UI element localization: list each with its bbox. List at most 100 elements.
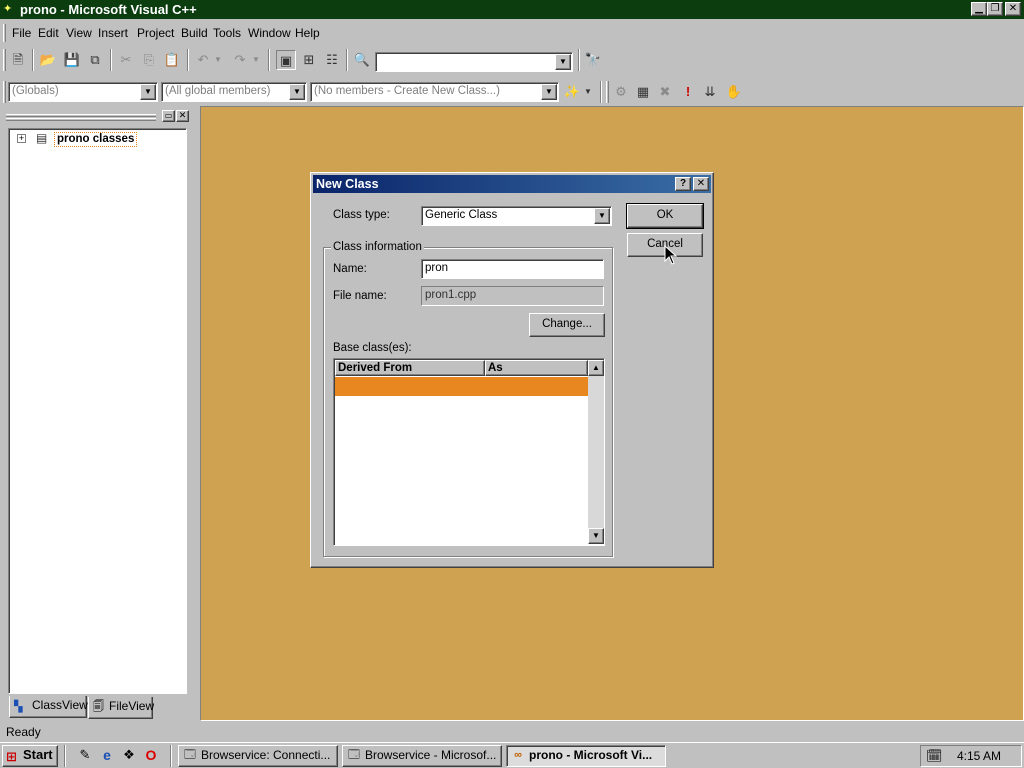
show-desktop-icon[interactable]: ✎ — [76, 747, 94, 765]
class-type-label: Class type: — [333, 209, 390, 221]
pane-maximize-button[interactable]: ▭ — [162, 110, 175, 122]
help-icon: ? — [679, 178, 687, 189]
toolbar-grip[interactable] — [606, 81, 609, 103]
task-browservice-microsoft[interactable]: 🗔 Browservice - Microsof... — [342, 745, 502, 767]
output-window-icon[interactable]: ⊞ — [299, 50, 319, 70]
start-label: Start — [23, 747, 53, 762]
cut-icon[interactable]: ✂ — [116, 50, 136, 70]
menu-edit[interactable]: Edit — [38, 26, 59, 40]
menu-view[interactable]: View — [66, 26, 92, 40]
pane-grip[interactable] — [6, 118, 156, 121]
file-name-label: File name: — [333, 290, 387, 302]
copy-icon[interactable]: ⎘ — [139, 50, 159, 70]
minimize-button[interactable]: ▁ — [971, 2, 987, 16]
window-list-icon[interactable]: ☷ — [322, 50, 342, 70]
name-input[interactable]: pron — [421, 259, 604, 279]
members-combo[interactable]: (All global members) ▼ — [161, 82, 307, 102]
standard-toolbar: 🗎 📂 💾 ⧉ ✂ ⎘ 📋 ↶ ▼ ↷ ▼ ▣ ⊞ ☷ 🔍 ▼ 🔭 — [0, 46, 608, 74]
pane-close-button[interactable]: ✕ — [176, 110, 189, 122]
classview-icon: ▚ — [14, 701, 23, 713]
pane-grip[interactable] — [6, 114, 156, 117]
action-combo[interactable]: (No members - Create New Class...) ▼ — [310, 82, 559, 102]
task-label: prono - Microsoft Vi... — [529, 748, 653, 762]
menu-build[interactable]: Build — [181, 26, 208, 40]
dialog-help-button[interactable]: ? — [675, 177, 691, 191]
go-icon[interactable]: ⇊ — [700, 82, 720, 102]
task-prono-visual-cpp[interactable]: ∞ prono - Microsoft Vi... — [506, 745, 666, 767]
find-combo[interactable]: ▼ — [375, 52, 573, 72]
stop-build-icon[interactable]: ✖ — [655, 82, 675, 102]
workspace-toggle-icon[interactable]: ▣ — [276, 50, 296, 70]
toolbar-separator — [578, 49, 580, 71]
menu-grip[interactable] — [3, 24, 6, 42]
menu-window[interactable]: Window — [248, 26, 291, 40]
tree-root-label[interactable]: prono classes — [54, 132, 138, 147]
chevron-down-icon[interactable]: ▼ — [594, 208, 610, 224]
undo-icon[interactable]: ↶ — [193, 50, 213, 70]
compile-icon[interactable]: ⚙ — [611, 82, 631, 102]
close-button[interactable]: ✕ — [1005, 2, 1021, 16]
redo-dropdown-icon[interactable]: ▼ — [250, 50, 262, 70]
execute-icon[interactable]: ! — [678, 82, 698, 102]
opera-icon[interactable]: O — [142, 747, 160, 765]
app-icon[interactable]: ✦ — [3, 3, 16, 16]
breakpoint-hand-icon[interactable]: ✋ — [724, 82, 744, 102]
restore-button[interactable]: ❐ — [987, 2, 1003, 16]
expand-icon[interactable]: + — [17, 134, 26, 143]
name-label: Name: — [333, 263, 367, 275]
find-icon[interactable]: 🔭 — [583, 50, 603, 70]
chevron-down-icon[interactable]: ▼ — [289, 84, 305, 100]
column-header-derived-from[interactable]: Derived From — [335, 360, 485, 376]
task-browservice-connection[interactable]: 🗔 Browservice: Connecti... — [178, 745, 338, 767]
find-in-files-icon[interactable]: 🔍 — [352, 50, 372, 70]
base-classes-list[interactable]: Derived From As ▲ ▼ — [333, 358, 605, 546]
table-row[interactable] — [335, 377, 588, 396]
wizard-action-icon[interactable]: ✨ — [562, 82, 582, 102]
menu-insert[interactable]: Insert — [98, 26, 128, 40]
taskbar: ⊞ Start ✎ e ❖ O 🗔 Browservice: Connecti.… — [0, 742, 1024, 768]
menu-file[interactable]: File — [12, 26, 31, 40]
scheduler-icon[interactable]: 🗓 — [926, 748, 943, 764]
dialog-title-bar[interactable]: New Class — [313, 175, 711, 193]
windows-logo-icon: ⊞ — [6, 749, 17, 764]
save-all-icon[interactable]: ⧉ — [85, 50, 105, 70]
scroll-down-icon[interactable]: ▼ — [588, 528, 604, 544]
scroll-up-icon[interactable]: ▲ — [588, 360, 604, 376]
chevron-down-icon[interactable]: ▼ — [140, 84, 156, 100]
window-title: prono - Microsoft Visual C++ — [20, 2, 197, 17]
wizard-dropdown-icon[interactable]: ▼ — [582, 82, 594, 102]
ok-button[interactable]: OK — [626, 203, 704, 229]
start-button[interactable]: ⊞ Start — [2, 745, 58, 767]
column-header-as[interactable]: As — [485, 360, 588, 376]
taskbar-separator — [64, 745, 66, 767]
clock[interactable]: 4:15 AM — [957, 749, 1001, 763]
menu-project[interactable]: Project — [137, 26, 174, 40]
ok-button-label: OK — [656, 209, 674, 221]
scope-combo[interactable]: (Globals) ▼ — [8, 82, 158, 102]
undo-dropdown-icon[interactable]: ▼ — [212, 50, 224, 70]
dialog-close-button[interactable]: ✕ — [693, 177, 709, 191]
internet-explorer-icon[interactable]: e — [98, 747, 116, 765]
toolbar-grip[interactable] — [3, 49, 6, 71]
menu-tools[interactable]: Tools — [213, 26, 241, 40]
chevron-down-icon[interactable]: ▼ — [541, 84, 557, 100]
file-name-value: pron1.cpp — [425, 289, 477, 301]
build-icon[interactable]: ▦ — [633, 82, 653, 102]
class-tree[interactable]: + ▤ prono classes — [8, 128, 187, 694]
network-icon[interactable]: ❖ — [120, 747, 138, 765]
redo-icon[interactable]: ↷ — [230, 50, 250, 70]
tab-classview[interactable]: ▚ ClassView — [9, 696, 88, 718]
list-scrollbar[interactable]: ▲ ▼ — [588, 360, 604, 544]
chevron-down-icon[interactable]: ▼ — [555, 54, 571, 70]
window-title-bar[interactable]: ✦ prono - Microsoft Visual C++ ▁ ❐ ✕ — [0, 0, 1024, 19]
class-type-select[interactable]: Generic Class ▼ — [421, 206, 612, 226]
menu-help[interactable]: Help — [295, 26, 320, 40]
save-icon[interactable]: 💾 — [62, 50, 82, 70]
open-folder-icon[interactable]: 📂 — [38, 50, 58, 70]
status-bar: Ready — [0, 724, 1024, 742]
toolbar-grip[interactable] — [3, 81, 6, 103]
new-text-file-icon[interactable]: 🗎 — [8, 50, 28, 70]
tab-fileview[interactable]: 🗐 FileView — [88, 697, 154, 719]
paste-icon[interactable]: 📋 — [162, 50, 182, 70]
change-button[interactable]: Change... — [529, 313, 605, 337]
